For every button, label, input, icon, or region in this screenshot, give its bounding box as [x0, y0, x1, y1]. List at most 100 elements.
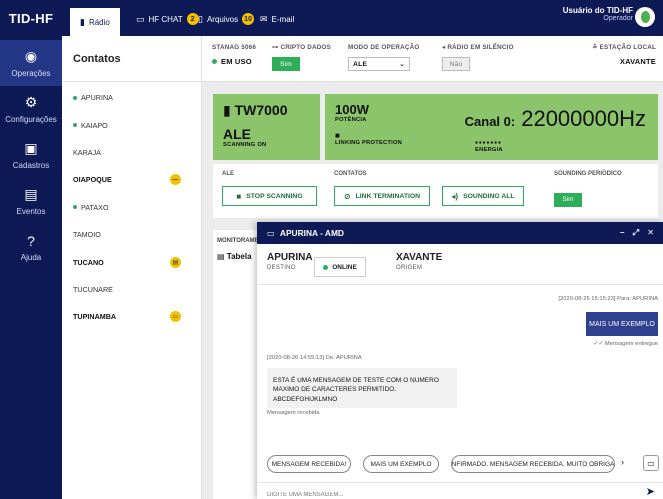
status-dot — [323, 264, 329, 270]
status-bar: STANAG 5066 EM USO ⊶ CRIPTO DADOS Sim MO… — [202, 36, 663, 82]
tab-badge: 10 — [242, 13, 255, 25]
stanag-status: STANAG 5066 EM USO — [212, 44, 256, 66]
tab-email[interactable]: ✉ E-mail — [254, 8, 300, 30]
estacao-value: XAVANTE — [619, 57, 656, 66]
estacao-status: ≛ ESTAÇÃO LOCAL XAVANTE — [580, 44, 656, 66]
contact-name: KARAJA — [73, 147, 101, 157]
power-card: 100W POTÊNCIA ■ LINKING PROTECTION ▪▪▪▪▪… — [325, 94, 658, 160]
nav-item-configuracoes[interactable]: ⚙ Configurações — [0, 86, 62, 132]
file-icon: ▤ — [170, 256, 181, 268]
template-icon[interactable]: ▭ — [643, 455, 659, 471]
speaker-icon: ◂) — [451, 191, 459, 201]
estacao-label: ESTAÇÃO LOCAL — [599, 44, 656, 51]
contatos-label: CONTATOS — [334, 171, 367, 177]
nav-item-eventos[interactable]: ▤ Eventos — [0, 178, 62, 224]
quick-reply-chip[interactable]: MENSAGEM RECEBIDA! — [267, 455, 351, 473]
modo-select[interactable]: ALE ⌄ — [348, 57, 410, 71]
contact-name: KAIAPO — [81, 120, 108, 130]
tab-label: E-mail — [271, 14, 295, 24]
mail-icon: ✉ — [260, 13, 268, 24]
chat-destination: APURINA DESTINO — [267, 252, 313, 271]
channel-label: Canal 0: — [464, 114, 516, 129]
contact-name: PATAXO — [81, 202, 109, 212]
contact-item[interactable]: PATAXO — [62, 194, 201, 221]
monitor-tab[interactable]: ▤ Tabela — [217, 252, 252, 261]
chat-window: ▭ APURINA - AMD – ⤢ ✕ APURINA DESTINO ON… — [257, 222, 663, 499]
contact-item[interactable]: TUCUNARE — [62, 276, 201, 303]
contact-name: TUPINAMBA — [73, 312, 117, 322]
contact-item[interactable]: APURINA — [62, 84, 201, 111]
online-dot — [73, 205, 77, 210]
quick-reply-chip[interactable]: MAIS UM EXEMPLO — [363, 455, 439, 473]
cripto-toggle[interactable]: Sim — [272, 57, 300, 71]
contacts-panel: Contatos APURINA KAIAPO KARAJA OIAPOQUE —… — [62, 36, 202, 499]
chat-icon: ▭ — [170, 311, 181, 323]
message-input[interactable] — [267, 492, 607, 498]
contact-badge: — — [170, 174, 181, 186]
double-check-icon: ✓✓ — [593, 341, 605, 347]
window-controls[interactable]: – ⤢ ✕ — [620, 228, 657, 238]
file-icon: ▯ — [198, 13, 203, 24]
modo-label: MODO DE OPERAÇÃO — [348, 44, 420, 51]
user-info[interactable]: Usuário do TID-HF Operador — [563, 6, 633, 22]
ale-title: ALE — [223, 126, 251, 142]
tab-label: Rádio — [88, 17, 110, 27]
nav-item-cadastros[interactable]: ▣ Cadastros — [0, 132, 62, 178]
cripto-label: CRIPTO DADOS — [280, 44, 332, 51]
nav-label: Ajuda — [20, 252, 42, 262]
divider — [257, 284, 663, 285]
silencio-label: RÁDIO EM SILÊNCIO — [447, 44, 514, 51]
help-icon: ? — [27, 232, 35, 249]
nav-item-operacoes[interactable]: ◉ Operações — [0, 40, 62, 86]
contact-item[interactable]: TUPINAMBA ▭ — [62, 303, 201, 330]
stop-icon: ■ — [236, 191, 242, 201]
avatar[interactable] — [635, 7, 655, 27]
nav-item-ajuda[interactable]: ? Ajuda — [0, 224, 62, 270]
avatar-icon — [640, 11, 650, 23]
modo-status: MODO DE OPERAÇÃO ALE ⌄ — [348, 44, 419, 71]
silencio-toggle[interactable]: Não — [442, 57, 470, 71]
sounding-toggle[interactable]: Sim — [554, 192, 582, 207]
send-icon[interactable]: ➤ — [646, 485, 655, 498]
button-label: LINK TERMINATION — [355, 192, 421, 200]
antenna-icon: ≛ — [592, 44, 600, 51]
contact-item[interactable]: KAIAPO — [62, 111, 201, 138]
chat-header: ▭ APURINA - AMD – ⤢ ✕ — [257, 222, 663, 244]
user-name: Usuário do TID-HF — [562, 6, 633, 15]
incoming-message[interactable]: ESTA É UMA MENSAGEM DE TESTE COM O NUMER… — [267, 368, 457, 408]
energy-meter: ▪▪▪▪▪▪▪ — [475, 138, 502, 147]
radio-icon: ▮ — [223, 102, 235, 118]
calendar-icon: ▤ — [24, 186, 38, 202]
quick-reply-chip[interactable]: CONFIRMADO. MENSAGEM RECEBIDA. MUITO OBR… — [451, 455, 615, 473]
contact-item[interactable]: TUCANO ▤ — [62, 248, 201, 275]
radio-card: ▮ TW7000 ALE SCANNING ON — [213, 94, 320, 160]
dest-label: DESTINO — [267, 265, 296, 271]
contact-item[interactable]: OIAPOQUE — — [62, 166, 201, 193]
tab-label: HF CHAT — [148, 14, 183, 24]
contacts-title: Contatos — [62, 36, 201, 82]
contact-item[interactable]: KARAJA — [62, 139, 201, 166]
link-icon: ⊘ — [343, 191, 351, 201]
contact-item[interactable]: TAMOIO — [62, 221, 201, 248]
link-termination-button[interactable]: ⊘ LINK TERMINATION — [334, 186, 430, 206]
nav-label: Eventos — [16, 207, 46, 216]
tab-radio[interactable]: ▮ Rádio — [70, 8, 120, 36]
sounding-all-button[interactable]: ◂) SOUNDING ALL — [442, 186, 524, 206]
stanag-label: STANAG 5066 — [212, 44, 257, 51]
cripto-status: ⊶ CRIPTO DADOS Sim — [272, 44, 331, 71]
tab-label: Arquivos — [206, 14, 239, 24]
nav-label: Configurações — [5, 115, 57, 124]
stop-scanning-button[interactable]: ■ STOP SCANNING — [222, 186, 317, 206]
stanag-value: EM USO — [221, 57, 252, 66]
controls-panel: ALE ■ STOP SCANNING CONTATOS ⊘ LINK TERM… — [213, 164, 658, 218]
gear-icon: ⚙ — [24, 94, 38, 110]
outgoing-message[interactable]: MAIS UM EXEMPLO — [586, 312, 658, 336]
online-dot — [73, 123, 77, 128]
tab-arquivos[interactable]: ▯ Arquivos 10 — [192, 8, 260, 30]
top-bar: ▮ Rádio ▭ HF CHAT 2 ▯ Arquivos 10 ✉ E-ma… — [62, 0, 663, 36]
chat-origin: XAVANTE ORIGEM — [396, 252, 442, 271]
chevron-right-icon[interactable]: › — [621, 457, 624, 467]
origin-label: ORIGEM — [396, 265, 423, 271]
nav-label: Cadastros — [12, 161, 50, 170]
document-icon: ▣ — [24, 140, 38, 156]
